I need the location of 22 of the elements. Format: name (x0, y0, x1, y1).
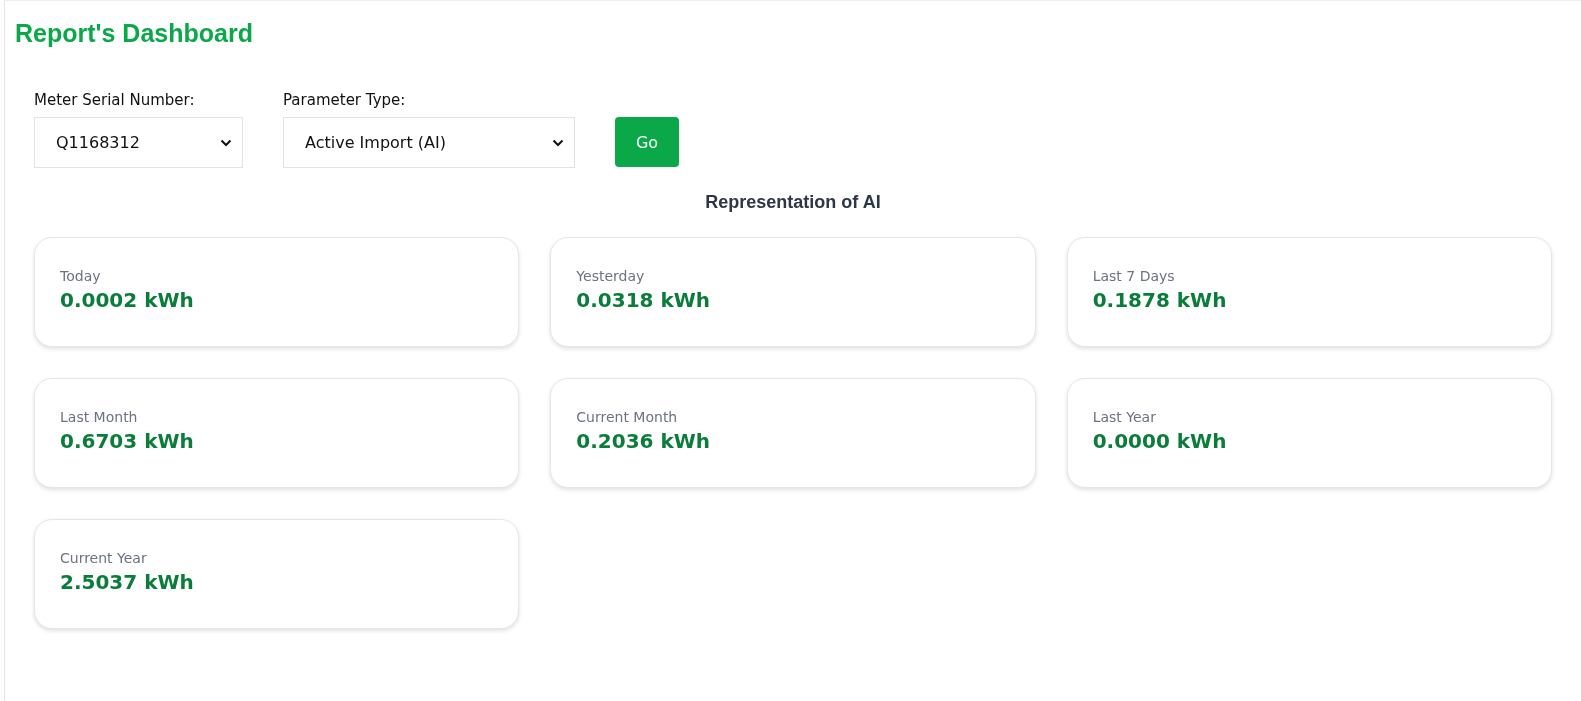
stat-value: 0.0000 kWh (1092, 429, 1227, 453)
stat-value: 0.0002 kWh (60, 288, 194, 312)
stat-value: 0.1878 kWh (1092, 288, 1227, 312)
stat-label: Today (60, 268, 101, 284)
stat-value: 0.6703 kWh (60, 429, 194, 453)
field-label: Meter Serial Number: (34, 91, 196, 109)
dropdown-field[interactable]: Active Import (AI) (283, 117, 575, 168)
stat-label: Yesterday (576, 268, 645, 284)
stat-label: Last Year (1092, 409, 1156, 425)
chevron-down-icon (220, 138, 232, 147)
chevron-down-icon (552, 138, 564, 147)
page-title: Report's Dashboard (15, 19, 254, 48)
stat-label: Last 7 Days (1092, 268, 1175, 284)
field-label: Parameter Type: (283, 91, 407, 109)
stat-value: 0.2036 kWh (576, 429, 711, 453)
stat-value: 2.5037 kWh (60, 570, 194, 594)
stat-label: Current Month (576, 409, 678, 425)
stat-value: 0.0318 kWh (576, 288, 711, 312)
dropdown-field[interactable]: Q1168312 (34, 117, 243, 168)
stat-label: Current Year (60, 550, 147, 566)
stat-label: Last Month (60, 409, 138, 425)
section-title: Representation of AI (704, 192, 882, 213)
